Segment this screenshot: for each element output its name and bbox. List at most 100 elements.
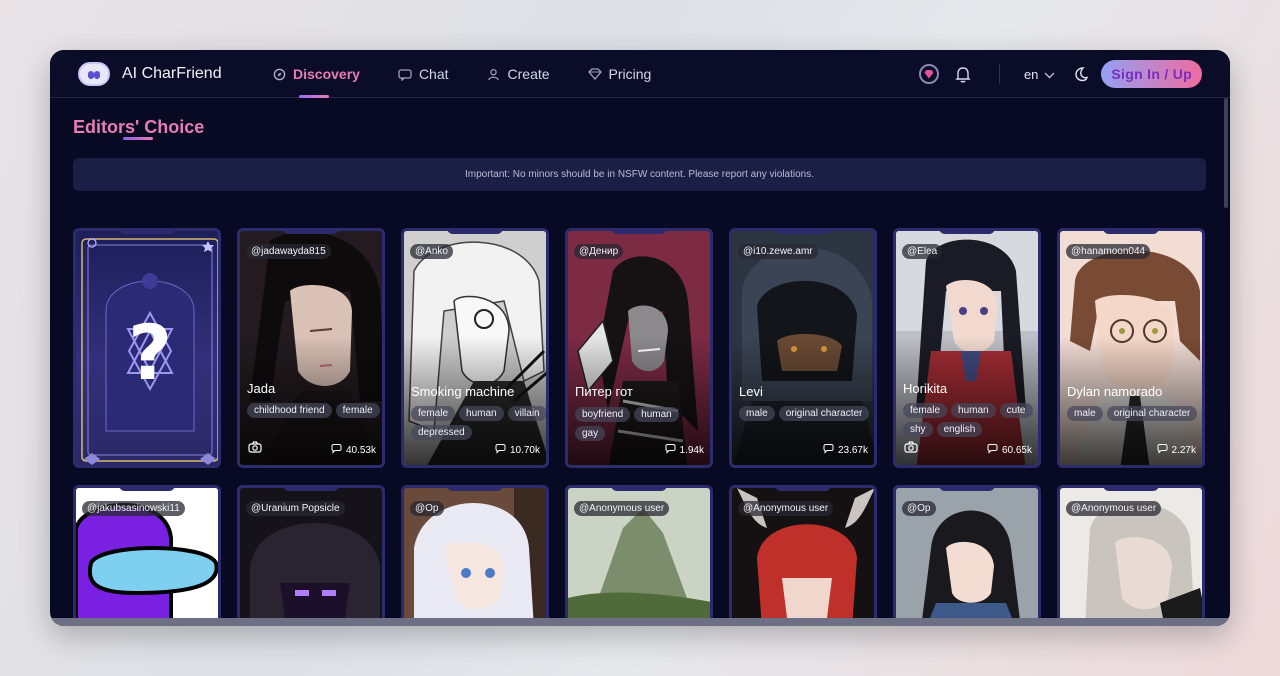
tag-list: female human cute shy english xyxy=(903,403,1038,437)
chat-bubbles-icon xyxy=(331,444,343,457)
tag[interactable]: english xyxy=(936,422,983,437)
character-name: Jada xyxy=(247,381,276,396)
tag-list: male original character xyxy=(1067,406,1202,421)
tag[interactable]: boyfriend xyxy=(575,407,631,422)
tag[interactable]: original character xyxy=(778,406,870,421)
chat-count-value: 10.70k xyxy=(509,445,540,456)
character-name: Dylan namorado xyxy=(1067,384,1163,399)
tag[interactable]: female xyxy=(335,403,380,418)
card-shade xyxy=(1060,231,1202,465)
chat-count-value: 40.53k xyxy=(345,445,376,456)
creator-handle[interactable]: @hanamoon044 xyxy=(1066,244,1151,259)
user-icon xyxy=(487,67,501,81)
character-card[interactable]: @hanamoon044 Dylan namorado male origina… xyxy=(1057,228,1205,468)
creator-handle[interactable]: @jakubsasinowski11 xyxy=(82,501,185,516)
creator-handle[interactable]: @Anko xyxy=(410,244,453,259)
top-nav: AI CharFriend Discovery Chat Create Pric… xyxy=(50,50,1230,98)
character-card[interactable]: @Anonymous user xyxy=(729,485,877,625)
tag[interactable]: human xyxy=(951,403,996,418)
character-card[interactable]: @Anonymous user xyxy=(565,485,713,625)
creator-handle[interactable]: @Op xyxy=(410,501,444,516)
tag[interactable]: shy xyxy=(903,422,933,437)
signin-button[interactable]: Sign In / Up xyxy=(1101,60,1202,88)
chat-count: 10.70k xyxy=(495,444,540,457)
card-shade xyxy=(240,231,382,465)
tag[interactable]: childhood friend xyxy=(247,403,332,418)
nav-items: Discovery Chat Create Pricing xyxy=(272,50,671,98)
nav-divider xyxy=(998,64,1000,84)
language-select[interactable]: en xyxy=(1024,67,1055,82)
nav-right: en Sign In / Up xyxy=(918,58,1202,90)
nav-label: Discovery xyxy=(293,66,360,82)
section-title: Editors' Choice xyxy=(73,117,205,137)
chat-count: 23.67k xyxy=(823,444,868,457)
tag[interactable]: male xyxy=(1067,406,1103,421)
mystery-card-art: ? xyxy=(81,238,218,465)
tag[interactable]: original character xyxy=(1106,406,1198,421)
svg-text:?: ? xyxy=(128,308,172,397)
tag[interactable]: human xyxy=(634,407,679,422)
character-card[interactable]: @Денир Питер гот boyfriend human gay 1.9… xyxy=(565,228,713,468)
chat-bubbles-icon xyxy=(665,444,677,457)
creator-handle[interactable]: @Anonymous user xyxy=(574,501,670,516)
nav-chat[interactable]: Chat xyxy=(398,50,487,98)
nav-pricing[interactable]: Pricing xyxy=(587,50,672,98)
logo[interactable]: AI CharFriend xyxy=(78,62,222,86)
nsfw-notice: Important: No minors should be in NSFW c… xyxy=(73,158,1206,191)
character-card[interactable]: @i10.zewe.amr Levi male original charact… xyxy=(729,228,877,468)
tag[interactable]: cute xyxy=(999,403,1033,418)
horizontal-scrollbar[interactable] xyxy=(50,618,1230,626)
nav-label: Chat xyxy=(418,66,449,82)
character-name: Питер гот xyxy=(575,384,633,399)
moon-icon[interactable] xyxy=(1071,64,1091,84)
nav-label: Create xyxy=(507,66,550,82)
gem-icon[interactable] xyxy=(918,64,939,84)
character-card[interactable]: @jadawayda815 Jada childhood friend fema… xyxy=(237,228,385,468)
scrollbar[interactable] xyxy=(1224,98,1228,208)
chat-count: 1.94k xyxy=(665,444,704,457)
tag[interactable]: gay xyxy=(575,426,606,441)
chat-bubbles-icon xyxy=(495,444,507,457)
character-card[interactable]: @Op xyxy=(401,485,549,625)
chat-count-value: 60.65k xyxy=(1001,445,1032,456)
tag[interactable]: depressed xyxy=(411,425,472,440)
nav-create[interactable]: Create xyxy=(487,50,588,98)
character-card[interactable]: @Uranium Popsicle xyxy=(237,485,385,625)
character-card[interactable]: @Anonymous user xyxy=(1057,485,1205,625)
camera-icon[interactable] xyxy=(904,440,918,458)
character-card[interactable]: @jakubsasinowski11 xyxy=(73,485,221,625)
creator-handle[interactable]: @Op xyxy=(902,501,936,516)
creator-handle[interactable]: @Anonymous user xyxy=(738,501,834,516)
camera-icon[interactable] xyxy=(248,440,262,458)
tag[interactable]: male xyxy=(739,406,775,421)
tag-list: male original character xyxy=(739,406,874,421)
tag[interactable]: human xyxy=(459,406,504,421)
creator-handle[interactable]: @Денир xyxy=(574,244,624,259)
creator-handle[interactable]: @i10.zewe.amr xyxy=(738,244,818,259)
card-shade xyxy=(732,231,874,465)
bell-icon[interactable] xyxy=(953,64,973,84)
compass-icon xyxy=(272,67,286,81)
creator-handle[interactable]: @jadawayda815 xyxy=(246,244,331,259)
app-window: AI CharFriend Discovery Chat Create Pric… xyxy=(50,50,1230,626)
tag-list: boyfriend human gay xyxy=(575,407,710,441)
tag[interactable]: female xyxy=(903,403,948,418)
character-card[interactable]: @Anko Smoking machine female human villa… xyxy=(401,228,549,468)
creator-handle[interactable]: @Anonymous user xyxy=(1066,501,1162,516)
nav-discovery[interactable]: Discovery xyxy=(272,50,398,98)
tag[interactable]: villain xyxy=(507,406,546,421)
chevron-down-icon xyxy=(1044,67,1055,82)
chat-icon xyxy=(398,67,412,81)
character-card[interactable]: @Op xyxy=(893,485,1041,625)
tag[interactable]: female xyxy=(411,406,456,421)
language-value: en xyxy=(1023,66,1039,82)
mystery-card[interactable]: ? xyxy=(73,228,221,468)
title-underline xyxy=(123,137,153,140)
creator-handle[interactable]: @Uranium Popsicle xyxy=(246,501,345,516)
chat-bubbles-icon xyxy=(987,444,999,457)
chat-count: 60.65k xyxy=(987,444,1032,457)
character-name: Levi xyxy=(739,384,763,399)
tag-list: female human villain depressed xyxy=(411,406,546,440)
character-card[interactable]: @Elea Horikita female human cute shy eng… xyxy=(893,228,1041,468)
creator-handle[interactable]: @Elea xyxy=(902,244,943,259)
